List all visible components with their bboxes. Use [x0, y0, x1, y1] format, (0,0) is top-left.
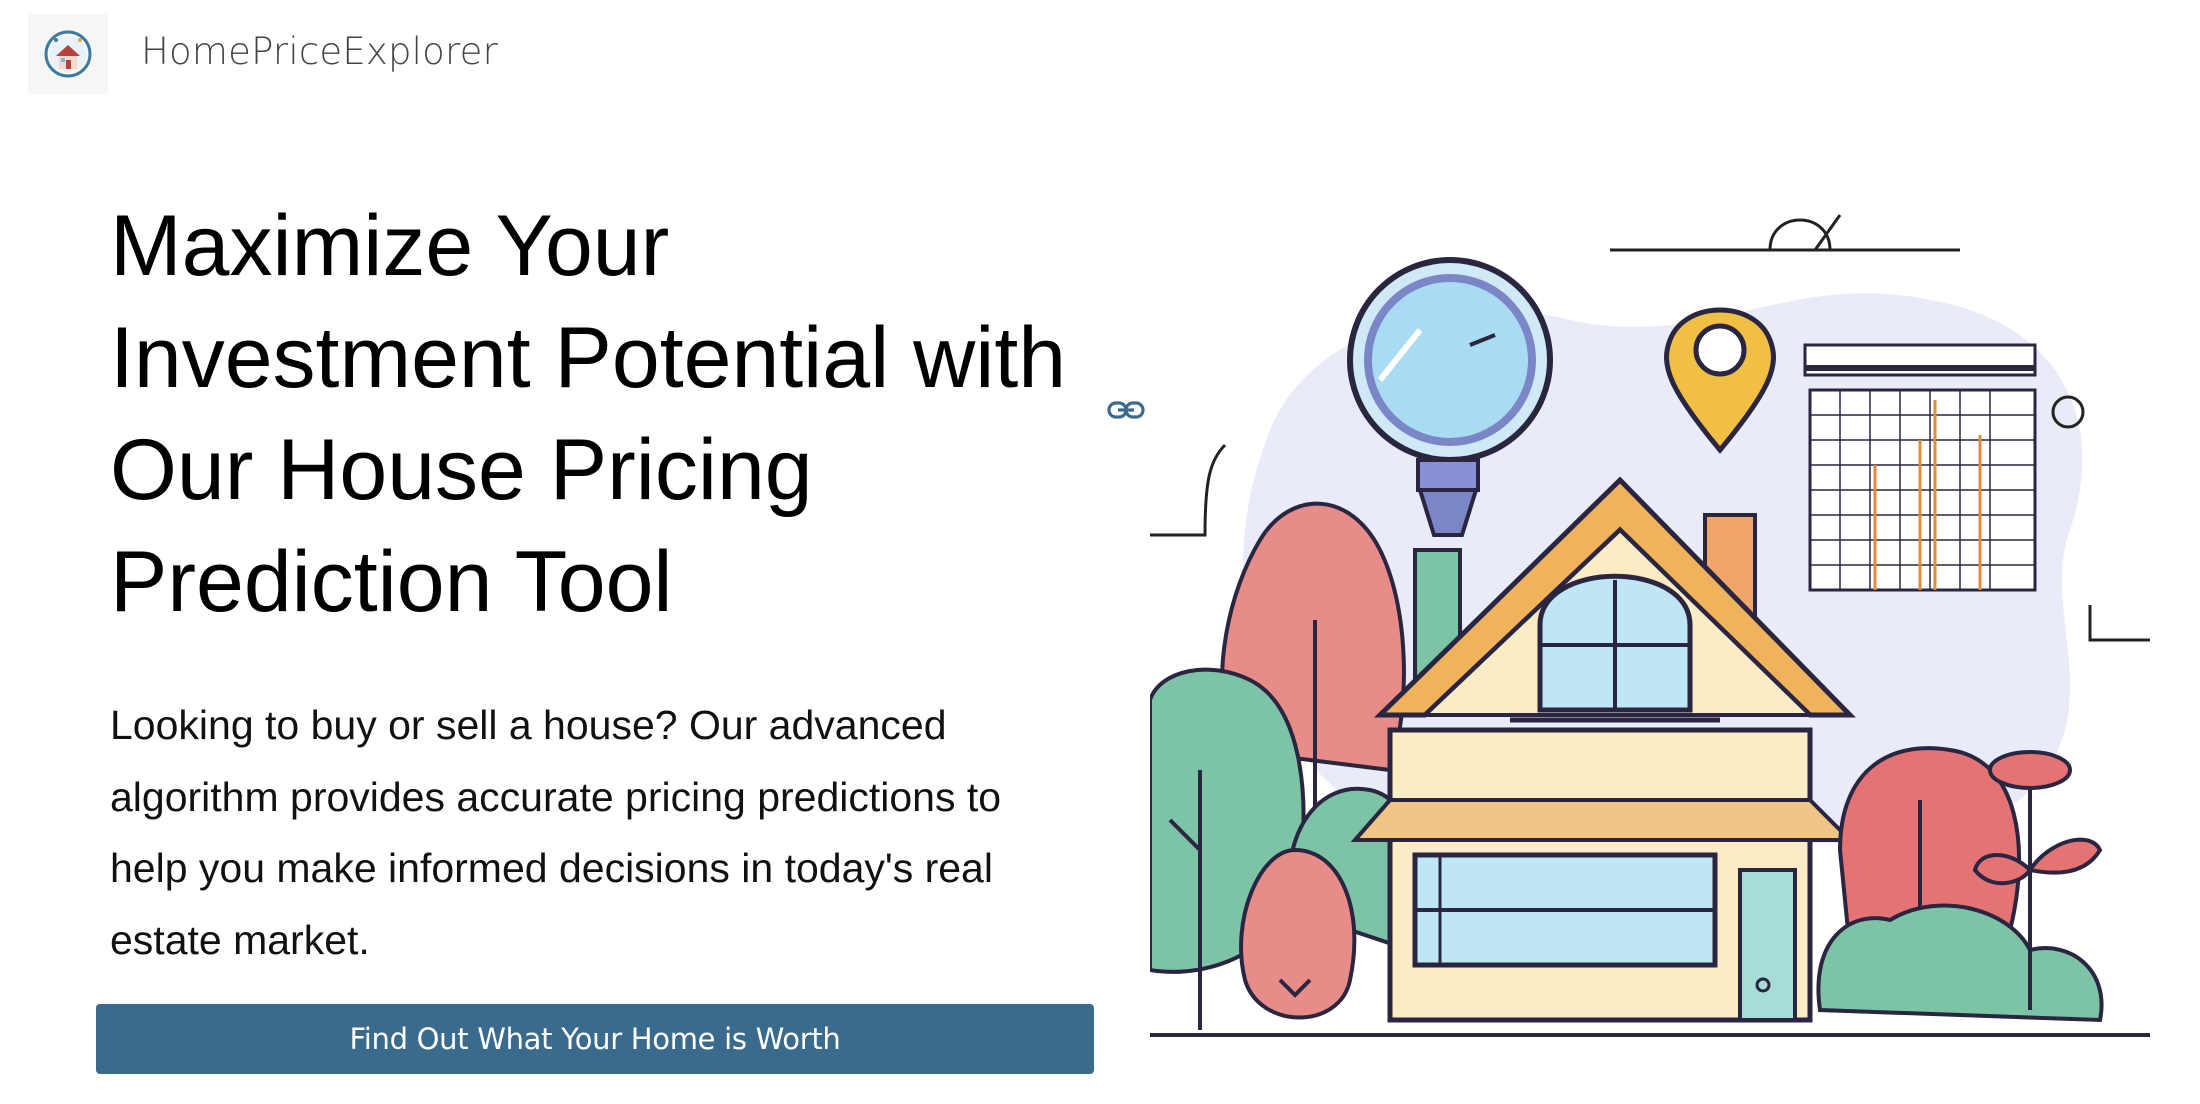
logo[interactable] — [28, 14, 108, 94]
house-magnifier-logo-icon — [44, 30, 92, 78]
site-header: HomePriceExplorer — [0, 0, 2200, 110]
page: HomePriceExplorer Maximize Your Investme… — [0, 0, 2200, 1104]
hero-description: Looking to buy or sell a house? Our adva… — [110, 702, 1002, 963]
brand-name[interactable]: HomePriceExplorer — [141, 30, 498, 73]
hero-headline: Maximize Your Investment Potential with … — [110, 198, 1067, 630]
find-home-worth-button[interactable]: Find Out What Your Home is Worth — [96, 1004, 1094, 1074]
link-icon[interactable] — [1106, 395, 1146, 425]
house-illustration — [1150, 214, 2150, 1037]
